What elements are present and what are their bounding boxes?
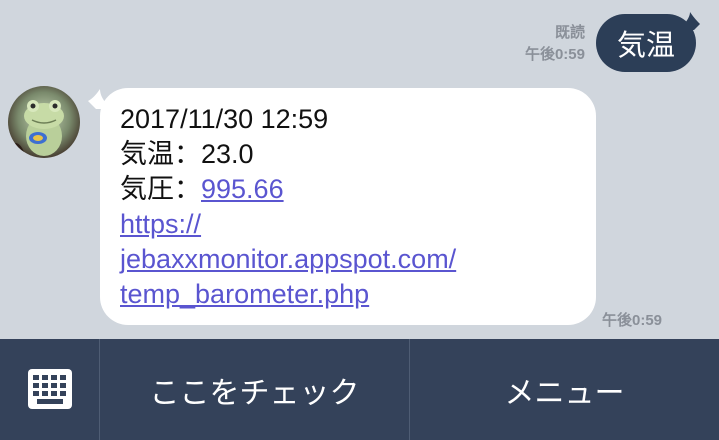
menu-item-menu[interactable]: メニュー [410, 339, 719, 440]
url-link-part-1[interactable]: https:// [120, 207, 596, 242]
url-link-part-2[interactable]: jebaxxmonitor.appspot.com/ [120, 242, 596, 277]
rich-menu-bar: ここをチェック メニュー [0, 339, 719, 440]
outgoing-meta: 既読 午後0:59 [525, 22, 585, 66]
message-date-line: 2017/11/30 12:59 [120, 104, 329, 134]
menu-item-check-here-label: ここをチェック [149, 375, 360, 411]
menu-item-check-here[interactable]: ここをチェック [100, 339, 410, 440]
pressure-value-link[interactable]: 995.66 [201, 174, 284, 204]
keyboard-icon [28, 369, 72, 409]
url-link-part-3[interactable]: temp_barometer.php [120, 277, 596, 312]
frog-avatar-icon[interactable] [8, 86, 80, 158]
incoming-message-bubble[interactable]: 2017/11/30 12:59 気温：23.0 気圧：995.66 https… [100, 88, 596, 325]
menu-item-menu-label: メニュー [504, 375, 625, 411]
outgoing-message-text: 気温 [616, 28, 675, 62]
read-receipt: 既読 [554, 24, 585, 41]
incoming-timestamp: 午後0:59 [602, 312, 663, 329]
outgoing-message-bubble[interactable]: 気温 [596, 14, 696, 72]
pressure-label: 気圧： [120, 174, 201, 204]
keyboard-toggle-button[interactable] [0, 339, 100, 440]
message-temperature-line: 気温：23.0 [120, 139, 254, 169]
message-pressure-line: 気圧：995.66 [120, 172, 596, 207]
outgoing-timestamp: 午後0:59 [524, 46, 585, 63]
